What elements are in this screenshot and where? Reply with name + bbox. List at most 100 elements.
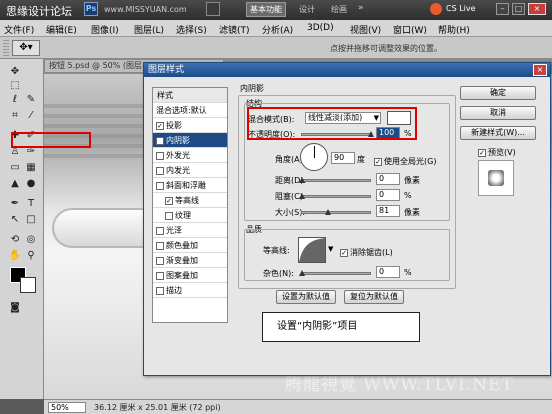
crop-tool-icon[interactable]: ⌗ [8,109,22,123]
menu-help[interactable]: 帮助(H) [438,23,470,36]
checkbox-unchecked-icon[interactable] [156,241,164,250]
checkbox-checked-icon[interactable]: ✓ [156,136,164,145]
style-item-texture[interactable]: 纹理 [153,208,227,223]
screen-mode-icon[interactable] [206,2,220,16]
checkbox-unchecked-icon[interactable] [156,256,164,265]
style-item-color-overlay[interactable]: 颜色叠加 [153,238,227,253]
style-item-inner-glow[interactable]: 内发光 [153,163,227,178]
contour-picker[interactable] [298,237,326,263]
style-item-inner-shadow[interactable]: ✓ 内阴影 [153,133,227,148]
checkbox-unchecked-icon[interactable] [156,151,164,160]
canvas-stripe [44,104,144,108]
shape-tool-icon[interactable]: □ [24,213,38,227]
checkbox-checked-icon[interactable]: ✓ [156,121,164,130]
style-item-contour[interactable]: ✓ 等高线 [153,193,227,208]
workspace-paint-tab[interactable]: 绘画 [331,4,347,15]
slider-thumb-icon[interactable] [299,270,305,276]
zoom-level-field[interactable]: 50% [48,402,86,413]
cs-live-button[interactable]: CS Live [446,4,476,13]
menu-select[interactable]: 选择(S) [176,23,207,36]
style-item-stroke[interactable]: 描边 [153,283,227,298]
menu-file[interactable]: 文件(F) [4,23,34,36]
slider-thumb-icon[interactable] [299,177,305,183]
use-global-light[interactable]: ✓ 使用全局光(G) [374,154,436,169]
new-style-button[interactable]: 新建样式(W)... [460,126,536,140]
style-item-satin[interactable]: 光泽 [153,223,227,238]
checkbox-unchecked-icon[interactable] [156,166,164,175]
checkbox-unchecked-icon[interactable] [156,286,164,295]
menu-analysis[interactable]: 分析(A) [262,23,293,36]
reset-default-button[interactable]: 复位为默认值 [344,290,404,304]
style-item-gradient-overlay[interactable]: 渐变叠加 [153,253,227,268]
checkbox-checked-icon[interactable]: ✓ [340,248,348,257]
type-tool-icon[interactable]: T [24,197,38,211]
blending-options-default[interactable]: 混合选项:默认 [153,103,227,118]
move-tool-icon[interactable]: ✥ [8,65,22,79]
hand-tool-icon[interactable]: ✋ [8,249,22,263]
gradient-tool-icon[interactable]: ▦ [24,161,38,175]
menu-filter[interactable]: 滤镜(T) [219,23,250,36]
marquee-tool-icon[interactable]: ⬚ [8,79,22,93]
minimize-icon[interactable]: – [496,3,509,15]
checkbox-unchecked-icon[interactable] [156,181,164,190]
dialog-close-icon[interactable]: × [533,64,547,76]
zoom-tool-icon[interactable]: ⚲ [24,249,38,263]
preview-toggle[interactable]: ✓ 预览(V) [478,145,516,160]
quick-mask-icon[interactable]: ◙ [8,301,22,315]
3d-orbit-tool-icon[interactable]: ◎ [24,233,38,247]
path-select-tool-icon[interactable]: ↖ [8,213,22,227]
blur-tool-icon[interactable]: ▲ [8,177,22,191]
checkbox-checked-icon[interactable]: ✓ [165,196,173,205]
choke-slider[interactable] [299,193,371,199]
checkbox-checked-icon[interactable]: ✓ [374,157,382,166]
workspace-essentials-button[interactable]: 基本功能 [246,2,286,17]
menu-view[interactable]: 视图(V) [350,23,381,36]
menu-3d[interactable]: 3D(D) [307,23,334,33]
maximize-icon[interactable]: □ [512,3,525,15]
menu-edit[interactable]: 编辑(E) [46,23,77,36]
ps-app-icon: Ps [84,2,98,16]
make-default-button[interactable]: 设置为默认值 [276,290,336,304]
tool-preset-picker[interactable]: ✥▾ [12,40,40,56]
eyedropper-tool-icon[interactable]: ⁄ [24,109,38,123]
angle-input[interactable]: 90 [331,152,355,164]
more-workspaces-icon[interactable]: » [358,3,364,13]
style-item-drop-shadow[interactable]: ✓ 投影 [153,118,227,133]
lasso-tool-icon[interactable]: ℓ [8,93,22,107]
checkbox-unchecked-icon[interactable] [156,226,164,235]
menu-image[interactable]: 图像(I) [91,23,119,36]
chevron-down-icon[interactable]: ▼ [328,245,333,253]
checkbox-unchecked-icon[interactable] [165,211,173,220]
dodge-tool-icon[interactable]: ● [24,177,38,191]
style-item-label: 外发光 [166,151,190,160]
quick-select-tool-icon[interactable]: ✎ [24,93,38,107]
ok-button[interactable]: 确定 [460,86,536,100]
slider-thumb-icon[interactable] [325,209,331,215]
section-title: 内阴影 [240,84,264,93]
3d-rotate-tool-icon[interactable]: ⟲ [8,233,22,247]
menu-layer[interactable]: 图层(L) [134,23,164,36]
distance-input[interactable]: 0 [376,173,400,185]
noise-input[interactable]: 0 [376,266,400,278]
choke-input[interactable]: 0 [376,189,400,201]
background-color-swatch[interactable] [20,277,36,293]
pen-tool-icon[interactable]: ✒ [8,197,22,211]
styles-header[interactable]: 样式 [153,88,227,103]
style-item-outer-glow[interactable]: 外发光 [153,148,227,163]
style-item-pattern-overlay[interactable]: 图案叠加 [153,268,227,283]
checkbox-unchecked-icon[interactable] [156,271,164,280]
close-window-icon[interactable]: × [528,3,546,15]
eraser-tool-icon[interactable]: ▭ [8,161,22,175]
size-slider[interactable] [301,209,371,215]
slider-thumb-icon[interactable] [299,193,305,199]
checkbox-checked-icon[interactable]: ✓ [478,148,486,157]
style-item-bevel-emboss[interactable]: 斜面和浮雕 [153,178,227,193]
cancel-button[interactable]: 取消 [460,106,536,120]
workspace-design-tab[interactable]: 设计 [299,4,315,15]
size-input[interactable]: 81 [376,205,400,217]
distance-slider[interactable] [299,177,371,183]
angle-dial-icon[interactable] [300,143,328,171]
anti-aliased[interactable]: ✓ 消除锯齿(L) [340,245,393,260]
menu-window[interactable]: 窗口(W) [393,23,427,36]
noise-slider[interactable] [299,270,371,276]
